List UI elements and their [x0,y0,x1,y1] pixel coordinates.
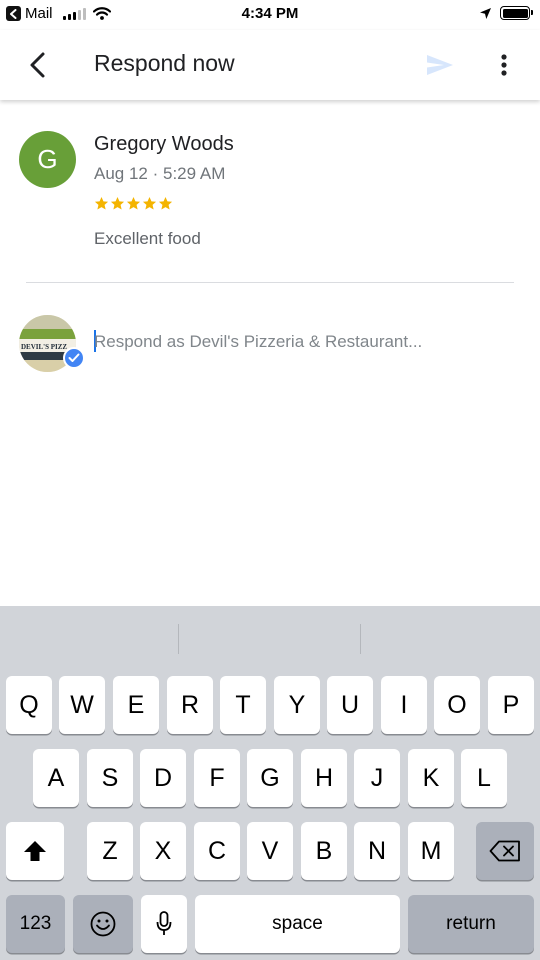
star-icon [142,196,157,210]
key-t[interactable]: T [220,676,266,734]
star-icon [110,196,125,210]
reviewer-name: Gregory Woods [94,133,234,155]
key-s[interactable]: S [87,749,133,807]
status-bar: Mail 4:34 PM [0,0,540,30]
star-icon [158,196,173,210]
key-b[interactable]: B [301,822,347,880]
star-rating [94,196,173,211]
key-y[interactable]: Y [274,676,320,734]
star-icon [94,196,109,210]
key-q[interactable]: Q [6,676,52,734]
back-button[interactable] [16,43,60,87]
send-icon [427,55,453,75]
suggestion-separator [360,624,361,654]
delete-key[interactable] [476,822,534,880]
response-input[interactable] [94,327,514,357]
key-p[interactable]: P [488,676,534,734]
business-photo-text: DEVIL'S PIZZ [21,343,67,351]
status-right [479,6,533,20]
key-x[interactable]: X [140,822,186,880]
app-bar: Respond now [0,30,540,100]
emoji-icon [90,911,116,937]
backspace-icon [489,840,520,862]
key-l[interactable]: L [461,749,507,807]
key-k[interactable]: K [408,749,454,807]
key-a[interactable]: A [33,749,79,807]
send-button[interactable] [418,45,462,85]
suggestion-bar[interactable] [0,606,540,668]
status-time: 4:34 PM [241,5,299,22]
keyboard: Q W E R T Y U I O P A S D F G H J K L Z … [0,606,540,960]
key-e[interactable]: E [113,676,159,734]
key-i[interactable]: I [381,676,427,734]
key-c[interactable]: C [194,822,240,880]
more-options-button[interactable] [482,43,526,87]
review-date: Aug 12 · 5:29 AM [94,164,226,183]
key-u[interactable]: U [327,676,373,734]
key-j[interactable]: J [354,749,400,807]
battery-icon [500,6,533,20]
reviewer-avatar: G [19,131,76,188]
verified-badge-icon [63,347,85,369]
space-key[interactable]: space [195,895,400,953]
key-m[interactable]: M [408,822,454,880]
key-w[interactable]: W [59,676,105,734]
microphone-icon [156,911,172,935]
key-o[interactable]: O [434,676,480,734]
star-icon [126,196,141,210]
back-arrow-icon [30,52,45,78]
more-vert-icon [501,54,507,76]
key-h[interactable]: H [301,749,347,807]
business-avatar: DEVIL'S PIZZ [19,315,85,372]
key-d[interactable]: D [140,749,186,807]
review-card: G Gregory Woods Aug 12 · 5:29 AM Excelle… [0,100,540,283]
suggestion-separator [178,624,179,654]
key-g[interactable]: G [247,749,293,807]
emoji-key[interactable] [73,895,133,953]
key-n[interactable]: N [354,822,400,880]
key-f[interactable]: F [194,749,240,807]
return-key[interactable]: return [408,895,534,953]
key-z[interactable]: Z [87,822,133,880]
key-r[interactable]: R [167,676,213,734]
dictation-key[interactable] [141,895,187,953]
key-v[interactable]: V [247,822,293,880]
shift-icon [24,841,46,861]
shift-key[interactable] [6,822,64,880]
numbers-key[interactable]: 123 [6,895,65,953]
divider [26,282,514,283]
review-text: Excellent food [94,229,201,248]
location-arrow-icon [480,7,491,19]
page-title: Respond now [94,50,235,76]
